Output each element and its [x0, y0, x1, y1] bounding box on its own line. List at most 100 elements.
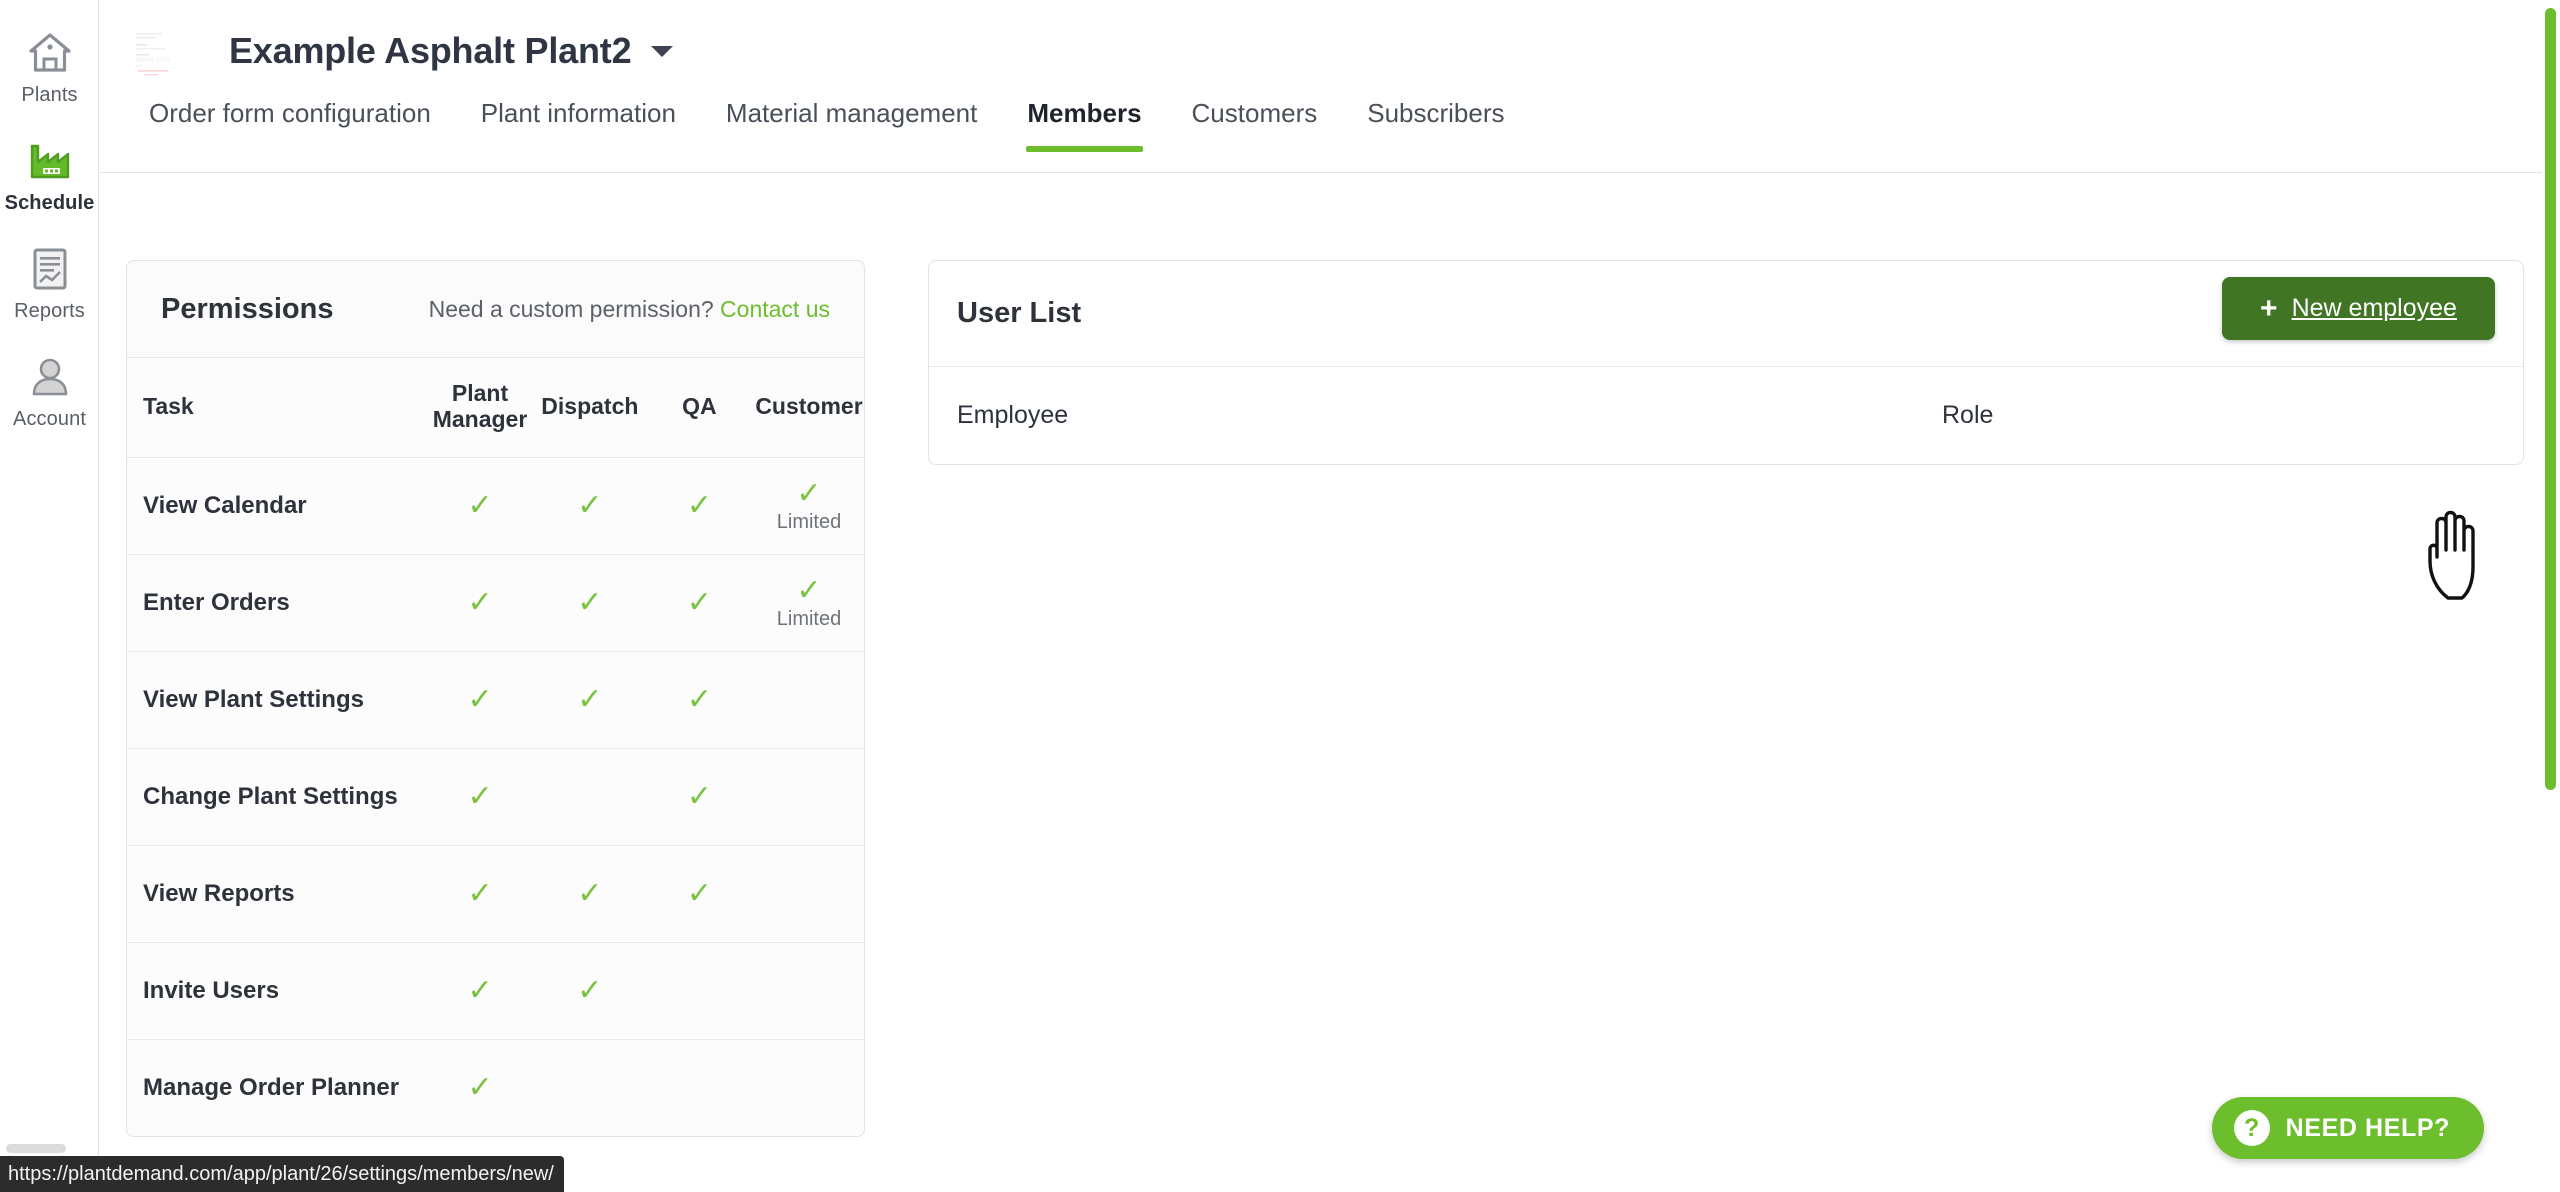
tab-plant-information[interactable]: Plant information — [456, 100, 701, 152]
permission-task-name: Invite Users — [127, 942, 426, 1040]
page-title: Example Asphalt Plant2 — [229, 30, 632, 71]
permission-task-name: Manage Order Planner — [143, 1074, 400, 1102]
contact-us-link[interactable]: Contact us — [720, 296, 830, 322]
check-icon: ✓ — [686, 584, 712, 620]
permission-cell-qa — [645, 1039, 754, 1136]
check-icon: ✓ — [796, 476, 822, 512]
custom-permission-note-text: Need a custom permission? — [428, 295, 714, 322]
permission-task-name: View Plant Settings — [127, 651, 426, 749]
permissions-header-row: Task Plant Manager Dispatch QA Customer — [127, 358, 864, 458]
settings-tabs: Order form configuration Plant informati… — [124, 100, 1530, 152]
permission-cell-plant-manager: ✓ — [425, 554, 535, 652]
permission-cell-dispatch — [535, 1039, 645, 1136]
column-header-employee: Employee — [957, 401, 1069, 429]
user-icon — [26, 353, 74, 401]
primary-sidebar: Plants Schedule Reports Account — [0, 0, 99, 1192]
check-icon: ✓ — [467, 875, 493, 911]
permission-cell-dispatch — [534, 748, 645, 846]
mouse-cursor — [2422, 505, 2496, 603]
table-row: View Calendar ✓ ✓ ✓ ✓ Limited — [127, 457, 864, 555]
permission-task-name: View Calendar — [127, 457, 426, 555]
permission-cell-dispatch: ✓ — [534, 942, 645, 1040]
check-icon: ✓ — [577, 972, 603, 1008]
need-help-label: NEED HELP? — [2285, 1113, 2450, 1142]
sidebar-item-account[interactable]: Account — [0, 338, 99, 446]
permission-cell-qa: ✓ — [644, 457, 754, 555]
permissions-panel: Permissions Need a custom permission? Co… — [126, 260, 865, 1138]
page-scrollbar-thumb[interactable] — [2545, 8, 2556, 790]
chevron-down-icon[interactable] — [651, 45, 674, 57]
sidebar-item-reports-label: Reports — [14, 300, 85, 322]
user-list-column-headers: Employee Role — [929, 367, 2523, 464]
user-list-title: User List — [957, 297, 1082, 329]
permissions-table-body: View Calendar ✓ ✓ ✓ ✓ Limited Enter Orders ✓ ✓ ✓ ✓… — [127, 457, 864, 1136]
check-icon: ✓ — [796, 573, 822, 609]
permission-cell-plant-manager: ✓ — [425, 1039, 535, 1136]
factory-icon — [26, 137, 74, 185]
new-employee-button[interactable]: + New employee — [2222, 277, 2495, 340]
permission-cell-plant-manager: ✓ — [425, 748, 535, 846]
user-list-panel: User List + New employee Employee Role — [928, 260, 2524, 465]
document-chart-icon — [26, 245, 74, 293]
status-bar-url: https://plantdemand.com/app/plant/26/set… — [0, 1156, 564, 1192]
sidebar-item-account-label: Account — [13, 408, 86, 430]
plant-selector[interactable]: Example Asphalt Plant2 — [124, 21, 674, 81]
sidebar-item-reports[interactable]: Reports — [0, 230, 99, 338]
column-header-customer: Customer — [754, 358, 864, 458]
table-row: View Reports ✓ ✓ ✓ — [127, 845, 864, 943]
check-icon: ✓ — [686, 681, 712, 717]
page-header: Example Asphalt Plant2 Order form config… — [100, 0, 2560, 173]
permission-cell-qa: ✓ — [644, 554, 754, 652]
check-icon: ✓ — [577, 487, 603, 523]
tab-material-management[interactable]: Material management — [701, 100, 1002, 152]
permission-cell-customer — [754, 942, 864, 1040]
permission-task-name: View Reports — [127, 845, 426, 943]
permissions-table: Task Plant Manager Dispatch QA Customer … — [127, 358, 864, 1136]
permission-cell-qa: ✓ — [644, 651, 754, 749]
new-employee-button-label: New employee — [2291, 294, 2457, 322]
column-header-task: Task — [127, 358, 426, 458]
table-row: View Plant Settings ✓ ✓ ✓ — [127, 651, 864, 749]
user-list-header: User List + New employee — [929, 261, 2523, 367]
permission-cell-dispatch: ✓ — [534, 554, 645, 652]
permission-cell-customer — [754, 748, 864, 846]
permissions-table-head: Task Plant Manager Dispatch QA Customer — [127, 358, 864, 458]
need-help-button[interactable]: ? NEED HELP? — [2211, 1097, 2484, 1159]
sidebar-scrollbar[interactable] — [6, 1144, 66, 1153]
permission-cell-customer: ✓ Limited — [754, 554, 864, 652]
plus-icon: + — [2260, 291, 2278, 325]
check-icon: ✓ — [467, 778, 493, 814]
sidebar-item-schedule-label: Schedule — [4, 192, 95, 214]
sidebar-item-plants[interactable]: Plants — [0, 14, 99, 122]
permissions-panel-header: Permissions Need a custom permission? Co… — [127, 261, 864, 358]
tab-subscribers[interactable]: Subscribers — [1342, 100, 1529, 152]
check-icon: ✓ — [686, 778, 712, 814]
permissions-title: Permissions — [161, 292, 334, 325]
check-icon: ✓ — [686, 487, 712, 523]
permission-task-name: Change Plant Settings — [127, 748, 426, 846]
permission-cell-plant-manager: ✓ — [425, 457, 535, 555]
permission-cell-qa — [644, 942, 754, 1040]
tab-members[interactable]: Members — [1002, 100, 1166, 152]
check-icon: ✓ — [467, 487, 493, 523]
column-header-plant-manager: Plant Manager — [425, 358, 535, 458]
permission-cell-customer — [754, 845, 864, 943]
limited-label: Limited — [776, 608, 842, 631]
permission-cell-qa: ✓ — [644, 748, 754, 846]
permission-cell-customer — [754, 1039, 864, 1136]
sidebar-item-schedule[interactable]: Schedule — [0, 122, 99, 230]
custom-permission-note: Need a custom permission? Contact us — [429, 296, 830, 323]
check-icon: ✓ — [467, 681, 493, 717]
sidebar-item-plants-label: Plants — [21, 84, 78, 106]
permission-cell-plant-manager: ✓ — [425, 651, 535, 749]
home-icon — [26, 29, 74, 77]
column-header-qa: QA — [644, 358, 754, 458]
permission-cell-plant-manager: ✓ — [425, 942, 535, 1040]
tab-customers[interactable]: Customers — [1167, 100, 1343, 152]
permission-cell-customer: ✓ Limited — [754, 457, 864, 555]
table-row: Invite Users ✓ ✓ — [127, 942, 864, 1040]
permission-cell-dispatch: ✓ — [534, 651, 645, 749]
table-row: Manage Order Planner ✓ — [127, 1039, 864, 1136]
permission-cell-plant-manager: ✓ — [425, 845, 535, 943]
tab-order-form-configuration[interactable]: Order form configuration — [124, 100, 456, 152]
